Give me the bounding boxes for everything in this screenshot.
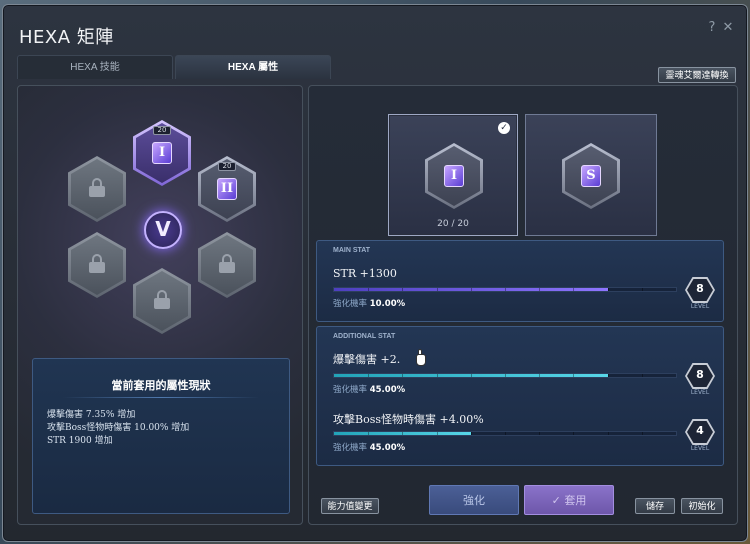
bar-tick xyxy=(402,432,404,435)
hexa-node-second[interactable]: 20 II xyxy=(198,156,256,222)
close-icon[interactable]: ✕ xyxy=(721,21,735,35)
matrix-panel: 20 I 20 II V 當前套用的屬性現狀 爆擊傷害 7.35% 增加 攻擊B… xyxy=(17,85,303,525)
help-icon[interactable]: ? xyxy=(705,21,719,35)
tab-hexa-skill[interactable]: HEXA 技能 xyxy=(17,55,173,79)
bar-tick xyxy=(402,288,404,291)
bar-tick xyxy=(505,432,506,435)
slot-core: I xyxy=(425,143,483,209)
bar-tick xyxy=(641,432,643,435)
tab-hexa-stat[interactable]: HEXA 屬性 xyxy=(175,55,331,79)
check-icon: ✓ xyxy=(498,122,510,134)
bar-tick xyxy=(539,374,541,377)
additional-stat-box: ADDITIONAL STAT 爆擊傷害 +2. 強化機率 45.00% 8 L… xyxy=(316,326,724,466)
slot-core: S xyxy=(562,143,620,209)
stat-core-icon: II xyxy=(217,178,237,200)
bar-tick xyxy=(368,432,370,435)
bar-tick xyxy=(402,374,404,377)
bar-tick xyxy=(641,374,643,377)
additional-stat-text: 爆擊傷害 +2. xyxy=(333,353,401,366)
lock-icon xyxy=(89,178,105,197)
additional-stat-bar xyxy=(333,431,677,436)
stat-core-icon: I xyxy=(444,165,464,187)
hexa-node-locked-upper-left[interactable] xyxy=(68,156,126,222)
bar-tick xyxy=(436,374,438,377)
hexa-node-grid: 20 I 20 II V xyxy=(58,110,268,350)
status-title: 當前套用的屬性現狀 xyxy=(111,379,211,392)
bar-tick xyxy=(539,288,541,291)
status-line: STR 1900 增加 xyxy=(47,436,113,446)
bar-tick xyxy=(641,288,643,291)
lock-icon xyxy=(154,290,170,309)
bar-tick xyxy=(470,288,472,291)
slot-progress: 20 / 20 xyxy=(437,219,469,229)
bar-tick xyxy=(607,288,609,291)
hexa-node-locked-lower-left[interactable] xyxy=(68,232,126,298)
save-button[interactable]: 儲存 xyxy=(635,498,675,514)
divider xyxy=(63,397,259,398)
additional-stat-rate: 強化機率 45.00% xyxy=(333,443,406,453)
lock-icon xyxy=(89,254,105,273)
main-stat-text: STR +1300 xyxy=(333,267,397,280)
apply-button[interactable]: ✓ 套用 xyxy=(524,485,614,515)
additional-stat-text: 攻擊Boss怪物時傷害 +4.00% xyxy=(333,413,484,426)
main-stat-label: MAIN STAT xyxy=(333,247,371,254)
status-line: 攻擊Boss怪物時傷害 10.00% 增加 xyxy=(47,423,190,433)
bar-tick xyxy=(573,288,575,291)
node-level-tag: 20 xyxy=(153,126,171,135)
ability-change-button[interactable]: 能力值變更 xyxy=(321,498,379,514)
status-lines: 爆擊傷害 7.35% 增加 攻擊Boss怪物時傷害 10.00% 增加 STR … xyxy=(47,409,189,448)
bar-tick xyxy=(607,432,609,435)
init-button[interactable]: 初始化 xyxy=(681,498,723,514)
bar-tick xyxy=(573,374,575,377)
current-stat-status: 當前套用的屬性現狀 爆擊傷害 7.35% 增加 攻擊Boss怪物時傷害 10.0… xyxy=(32,358,290,514)
stat-panel: ✓ I 20 / 20 S MAIN STAT STR +1300 強化機率 1… xyxy=(308,85,738,525)
hexa-emblem-icon: V xyxy=(144,211,182,249)
bar-tick xyxy=(470,432,472,435)
stat-slot-2[interactable]: S xyxy=(525,114,657,236)
main-stat-rate: 強化機率 10.00% xyxy=(333,299,406,309)
bar-tick xyxy=(505,288,506,291)
level-badge: 8 xyxy=(685,277,715,303)
level-caption: LEVEL xyxy=(690,389,710,396)
bar-tick xyxy=(573,432,575,435)
hexa-matrix-window: HEXA 矩陣 ? ✕ HEXA 技能 HEXA 屬性 靈魂艾爾達轉換 20 I… xyxy=(2,4,748,542)
sol-erda-convert-button[interactable]: 靈魂艾爾達轉換 xyxy=(658,67,736,83)
additional-stat-bar xyxy=(333,373,677,378)
window-title: HEXA 矩陣 xyxy=(19,27,114,48)
bar-tick xyxy=(368,374,370,377)
enhance-button[interactable]: 強化 xyxy=(429,485,519,515)
lock-icon xyxy=(219,254,235,273)
level-badge: 8 xyxy=(685,363,715,389)
bar-tick xyxy=(505,374,506,377)
bar-tick xyxy=(436,288,438,291)
hexa-node-main[interactable]: 20 I xyxy=(133,120,191,186)
bar-tick xyxy=(368,288,370,291)
node-level-tag: 20 xyxy=(218,162,236,171)
level-caption: LEVEL xyxy=(690,303,710,310)
stat-slot-1[interactable]: ✓ I 20 / 20 xyxy=(388,114,518,236)
bar-tick xyxy=(470,374,472,377)
check-circle-icon: ✓ xyxy=(551,494,561,507)
main-stat-box: MAIN STAT STR +1300 強化機率 10.00% 8 LEVEL xyxy=(316,240,724,322)
main-stat-bar xyxy=(333,287,677,292)
hexa-node-locked-bottom[interactable] xyxy=(133,268,191,334)
bar-tick xyxy=(539,432,541,435)
hand-cursor-icon xyxy=(413,349,427,367)
hexa-node-locked-lower-right[interactable] xyxy=(198,232,256,298)
additional-stat-label: ADDITIONAL STAT xyxy=(333,333,396,340)
status-line: 爆擊傷害 7.35% 增加 xyxy=(47,410,136,420)
level-badge: 4 xyxy=(685,419,715,445)
stat-core-icon: I xyxy=(152,142,172,164)
level-caption: LEVEL xyxy=(690,445,710,452)
stat-core-icon: S xyxy=(581,165,601,187)
bar-tick xyxy=(607,374,609,377)
additional-stat-rate: 強化機率 45.00% xyxy=(333,385,406,395)
bar-tick xyxy=(436,432,438,435)
